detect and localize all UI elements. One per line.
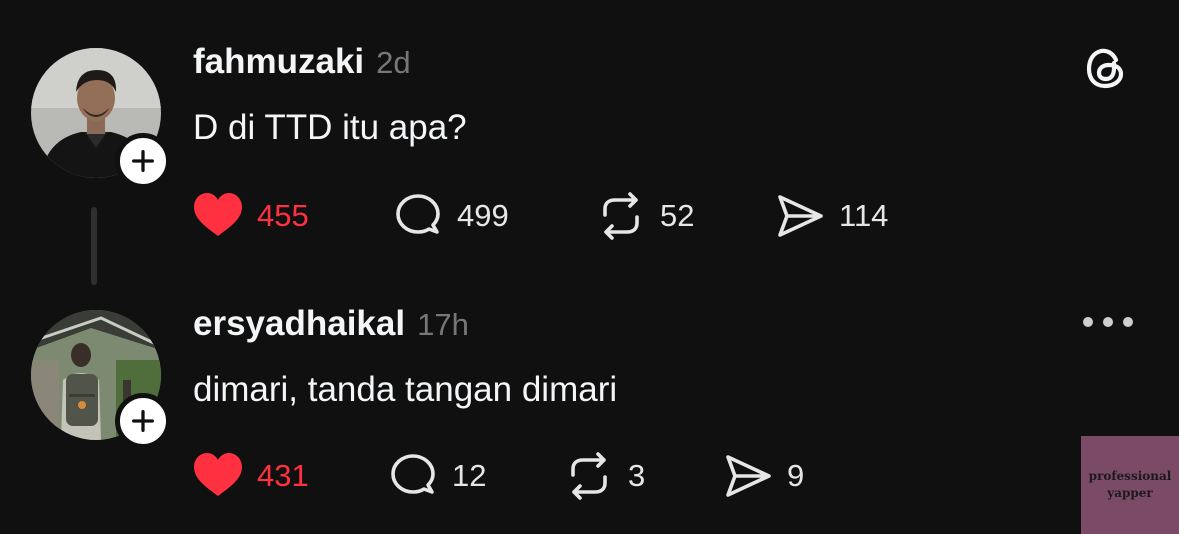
username[interactable]: ersyadhaikal — [193, 304, 405, 344]
like-count: 431 — [257, 458, 309, 493]
username[interactable]: fahmuzaki — [193, 42, 364, 82]
comment-bubble-icon — [396, 194, 440, 234]
repost-icon — [603, 192, 639, 240]
thread-post: fahmuzaki 2d D di TTD itu apa? 455 499 5… — [0, 0, 1179, 285]
threads-logo-icon — [1086, 48, 1124, 89]
reply-button[interactable]: 499 — [393, 190, 509, 242]
dot — [1083, 317, 1093, 327]
watermark-line-1: professional — [1088, 469, 1172, 483]
post-time: 2d — [376, 45, 411, 80]
share-count: 9 — [787, 458, 805, 493]
send-icon — [726, 455, 771, 497]
follow-button[interactable] — [115, 133, 171, 189]
watermark-badge: professional yapper — [1081, 436, 1179, 534]
send-icon — [778, 195, 823, 237]
post-text: dimari, tanda tangan dimari — [193, 370, 618, 409]
repost-count: 3 — [628, 458, 646, 493]
comment-bubble-icon — [391, 454, 435, 494]
share-count: 114 — [839, 198, 889, 233]
repost-icon — [571, 452, 607, 500]
post-header: ersyadhaikal 17h — [193, 304, 469, 344]
share-button[interactable]: 114 — [775, 190, 888, 242]
plus-icon — [132, 410, 154, 432]
post-time: 17h — [417, 307, 469, 342]
share-button[interactable]: 9 — [723, 450, 804, 502]
thread-post: ersyadhaikal 17h dimari, tanda tangan di… — [0, 290, 1179, 534]
like-count: 455 — [257, 198, 309, 233]
thread-connector-line — [91, 207, 97, 285]
like-button[interactable]: 455 — [193, 190, 309, 242]
like-button[interactable]: 431 — [193, 450, 309, 502]
repost-button[interactable]: 52 — [596, 190, 694, 242]
follow-button[interactable] — [115, 393, 171, 449]
post-text: D di TTD itu apa? — [193, 108, 467, 147]
reply-button[interactable]: 12 — [388, 450, 486, 502]
dot — [1103, 317, 1113, 327]
heart-filled-icon — [194, 453, 242, 496]
plus-icon — [132, 150, 154, 172]
heart-filled-icon — [194, 193, 242, 236]
dot — [1123, 317, 1133, 327]
repost-button[interactable]: 3 — [564, 450, 645, 502]
post-header: fahmuzaki 2d — [193, 42, 411, 82]
watermark-line-2: yapper — [1107, 486, 1153, 500]
repost-count: 52 — [660, 198, 695, 233]
reply-count: 499 — [457, 198, 509, 233]
more-options-icon[interactable] — [1083, 312, 1133, 332]
reply-count: 12 — [452, 458, 487, 493]
